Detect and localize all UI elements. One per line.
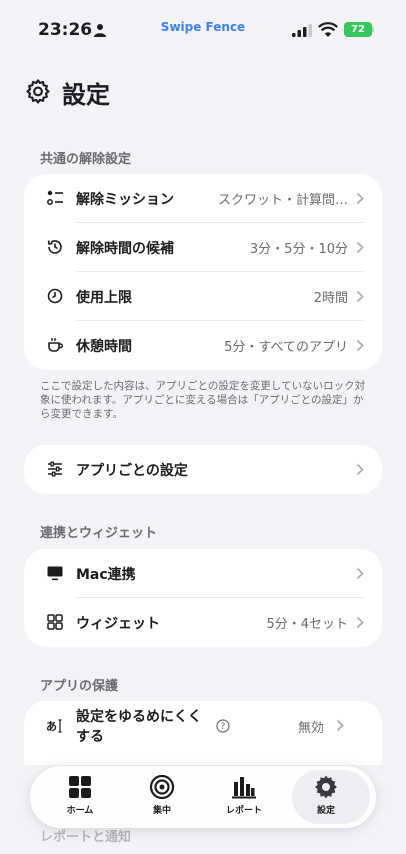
chevron-right-icon [356,192,364,205]
tab-bar: ホーム 集中 レポート 設定 [30,766,376,828]
gear-icon [315,775,337,799]
sliders-icon [48,461,62,477]
section-header-integrations: 連携とウィジェット [40,526,158,541]
page-header: 設定 [24,74,110,110]
home-grid-icon [69,776,91,798]
row-label: 休憩時間 [76,338,132,355]
chevron-right-icon [356,241,364,254]
chevron-right-icon [356,463,364,476]
battery-indicator: 72 [344,22,372,37]
chevron-right-icon [356,616,364,629]
svg-text:?: ? [221,722,226,732]
per-app-settings-card: アプリごとの設定 [24,445,382,494]
page-title: 設定 [62,80,110,109]
protection-card: あ 設定をゆるめにくくする ? 無効 [24,701,382,765]
row-unlock-time-options[interactable]: 解除時間の候補 3分・5分・10分 [24,223,382,272]
wifi-icon [318,22,338,37]
row-label: 解除時間の候補 [76,240,174,257]
row-label: ウィジェット [76,615,160,632]
cellular-signal-icon [292,24,312,37]
clock-icon [47,288,63,304]
row-unlock-mission[interactable]: 解除ミッション スクワット・計算問… [24,174,382,223]
tab-focus[interactable]: 集中 [132,774,192,822]
monitor-icon [47,566,63,581]
chevron-right-icon [356,567,364,580]
row-value: スクワット・計算問… [217,193,348,208]
help-icon[interactable]: ? [216,719,230,733]
tab-label: レポート [225,806,262,816]
unlock-settings-note: ここで設定した内容は、アプリごとの設定を変更していないロック対象に使われます。ア… [40,380,366,420]
history-icon [47,240,62,254]
chevron-right-icon [356,290,364,303]
tab-home[interactable]: ホーム [50,774,110,822]
tab-settings[interactable]: 設定 [296,774,356,822]
battery-tip [372,27,374,32]
row-label: 解除ミッション [76,191,174,208]
mission-icon [47,190,63,205]
row-value: 3分・5分・10分 [249,242,348,257]
chevron-right-icon [336,719,344,732]
row-label: 使用上限 [76,289,132,306]
row-label: 設定をゆるめにくくする [76,709,202,745]
status-bar: 23:26 Swipe Fence 72 [0,0,406,56]
svg-text:あ: あ [46,720,57,733]
section-header-protection: アプリの保護 [40,679,119,694]
row-value: 無効 [297,720,324,736]
bar-chart-icon [232,777,256,799]
tab-label: 集中 [152,806,171,816]
integrations-card: Mac連携 ウィジェット 5分・4セット [24,549,382,647]
coffee-icon [48,338,64,352]
row-hard-to-loosen[interactable]: あ 設定をゆるめにくくする ? 無効 [24,701,382,751]
row-mac-integration[interactable]: Mac連携 [24,549,382,598]
row-value: 5分・すべてのアプリ [224,340,348,355]
target-icon [149,774,175,800]
tab-label: ホーム [66,806,94,816]
row-break-time[interactable]: 休憩時間 5分・すべてのアプリ [24,321,382,370]
row-label: Mac連携 [76,566,136,583]
gear-icon [26,79,50,104]
row-value: 5分・4セット [266,617,348,632]
row-widget[interactable]: ウィジェット 5分・4セット [24,598,382,647]
tab-label: 設定 [316,806,335,816]
row-value: 2時間 [313,291,348,306]
row-label: アプリごとの設定 [76,462,188,479]
tab-report[interactable]: レポート [214,774,274,822]
unlock-settings-card: 解除ミッション スクワット・計算問… 解除時間の候補 3分・5分・10分 使用上… [24,174,382,370]
row-usage-limit[interactable]: 使用上限 2時間 [24,272,382,321]
row-per-app-settings[interactable]: アプリごとの設定 [24,445,382,494]
section-header-unlock: 共通の解除設定 [40,152,132,167]
chevron-right-icon [356,339,364,352]
text-cursor-icon: あ [46,719,62,733]
grid-icon [47,614,63,630]
section-header-reports: レポートと通知 [40,830,132,845]
